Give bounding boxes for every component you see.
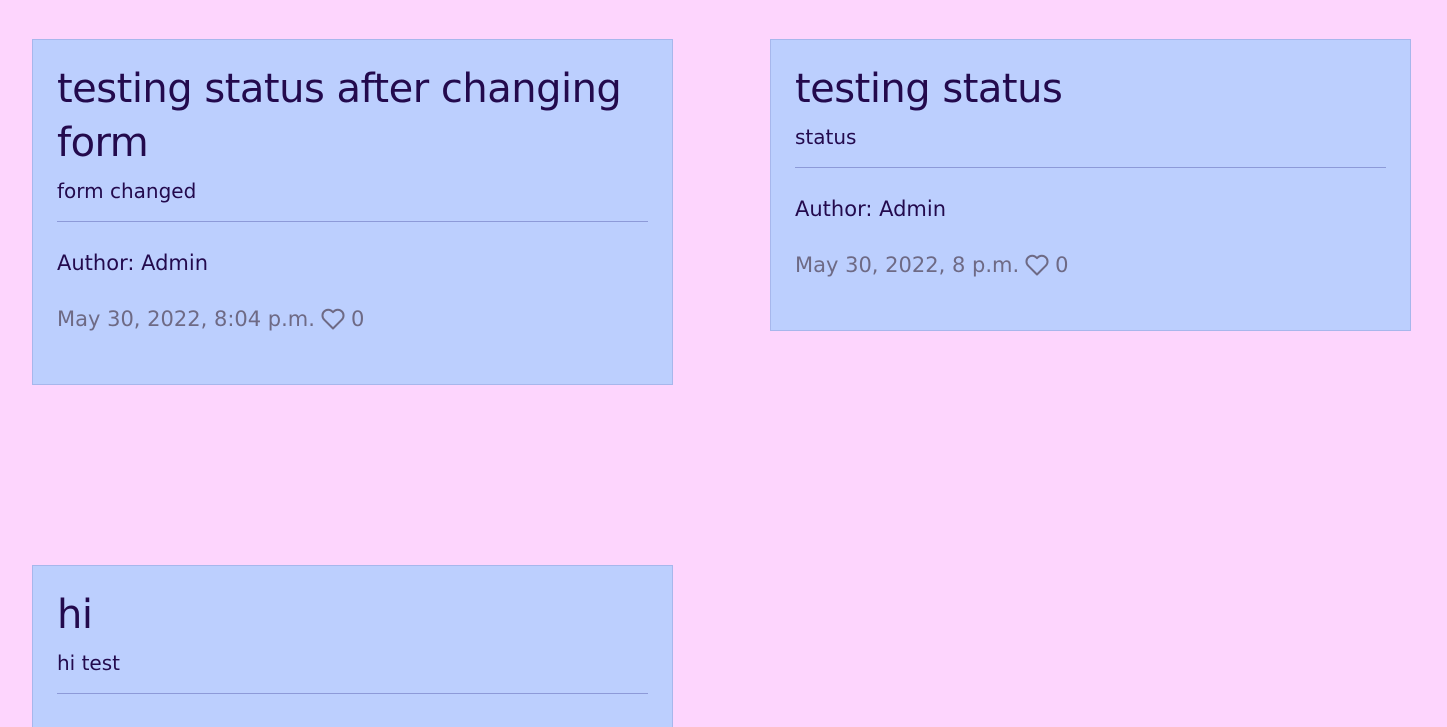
post-author: Author: Admin [795, 197, 947, 221]
post-excerpt: status [795, 125, 857, 149]
post-title[interactable]: testing status [795, 62, 1386, 116]
post-excerpt: form changed [57, 179, 197, 203]
heart-icon[interactable] [1025, 254, 1049, 276]
post-meta: May 30, 2022, 8 p.m. 0 [795, 251, 1386, 279]
post-list: testing status after changing form form … [0, 0, 1447, 727]
card-divider [57, 221, 648, 222]
post-title[interactable]: testing status after changing form [57, 62, 648, 170]
card-divider [57, 693, 648, 694]
like-count: 0 [350, 307, 365, 331]
post-author: Author: Admin [57, 251, 209, 275]
like-count: 0 [1055, 253, 1069, 277]
post-card[interactable]: hi hi test [32, 565, 673, 727]
post-date: May 30, 2022, 8 p.m. [795, 253, 1020, 277]
post-card[interactable]: testing status after changing form form … [32, 39, 673, 385]
post-title[interactable]: hi [57, 588, 648, 642]
post-card[interactable]: testing status status Author: Admin May … [770, 39, 1411, 331]
post-date: May 30, 2022, 8:04 p.m. [57, 307, 315, 331]
post-meta: May 30, 2022, 8:04 p.m. 0 [57, 305, 648, 333]
post-excerpt: hi test [57, 651, 120, 675]
heart-icon[interactable] [321, 308, 345, 330]
card-divider [795, 167, 1386, 168]
